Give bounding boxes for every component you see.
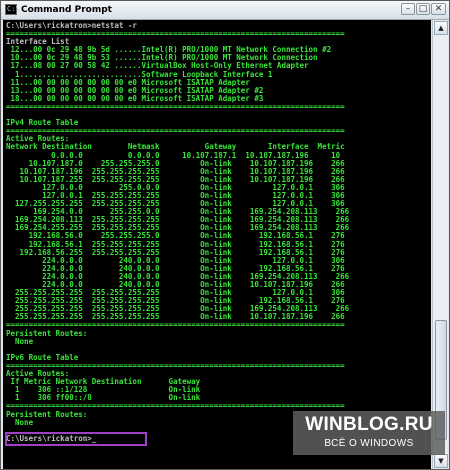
console-output-area[interactable]: C:\Users\rickatron>netstat -r ===========…	[3, 20, 431, 469]
maximize-button[interactable]: □	[416, 3, 430, 15]
title-bar[interactable]: C:\ Command Prompt – □ ✕	[1, 1, 449, 20]
console-line: Persistent Routes:	[6, 328, 88, 338]
scroll-up-button[interactable]: ▲	[434, 21, 448, 35]
console-line: ========================================…	[6, 101, 345, 111]
console-text: C:\Users\rickatron>netstat -r ===========…	[3, 20, 431, 443]
scroll-down-button[interactable]: ▼	[434, 454, 448, 468]
console-line: ========================================…	[6, 360, 345, 370]
prompt-highlight-box	[5, 432, 147, 446]
minimize-button[interactable]: –	[401, 3, 415, 15]
close-button[interactable]: ✕	[431, 3, 446, 15]
watermark-title: WINBLOG.RU	[305, 414, 433, 435]
console-line: None	[6, 336, 34, 346]
watermark-subtitle: ВСЁ О WINDOWS	[324, 438, 414, 449]
vertical-scrollbar[interactable]: ▲ ▼	[432, 20, 448, 469]
console-line: ========================================…	[6, 126, 345, 136]
window-title: Command Prompt	[21, 5, 112, 15]
console-app-icon[interactable]: C:\	[5, 4, 20, 15]
console-line: ========================================…	[6, 29, 345, 39]
command-prompt-window: C:\ Command Prompt – □ ✕ C:\Users\rickat…	[0, 0, 450, 470]
winblog-watermark: WINBLOG.RU ВСЁ О WINDOWS	[293, 411, 445, 455]
